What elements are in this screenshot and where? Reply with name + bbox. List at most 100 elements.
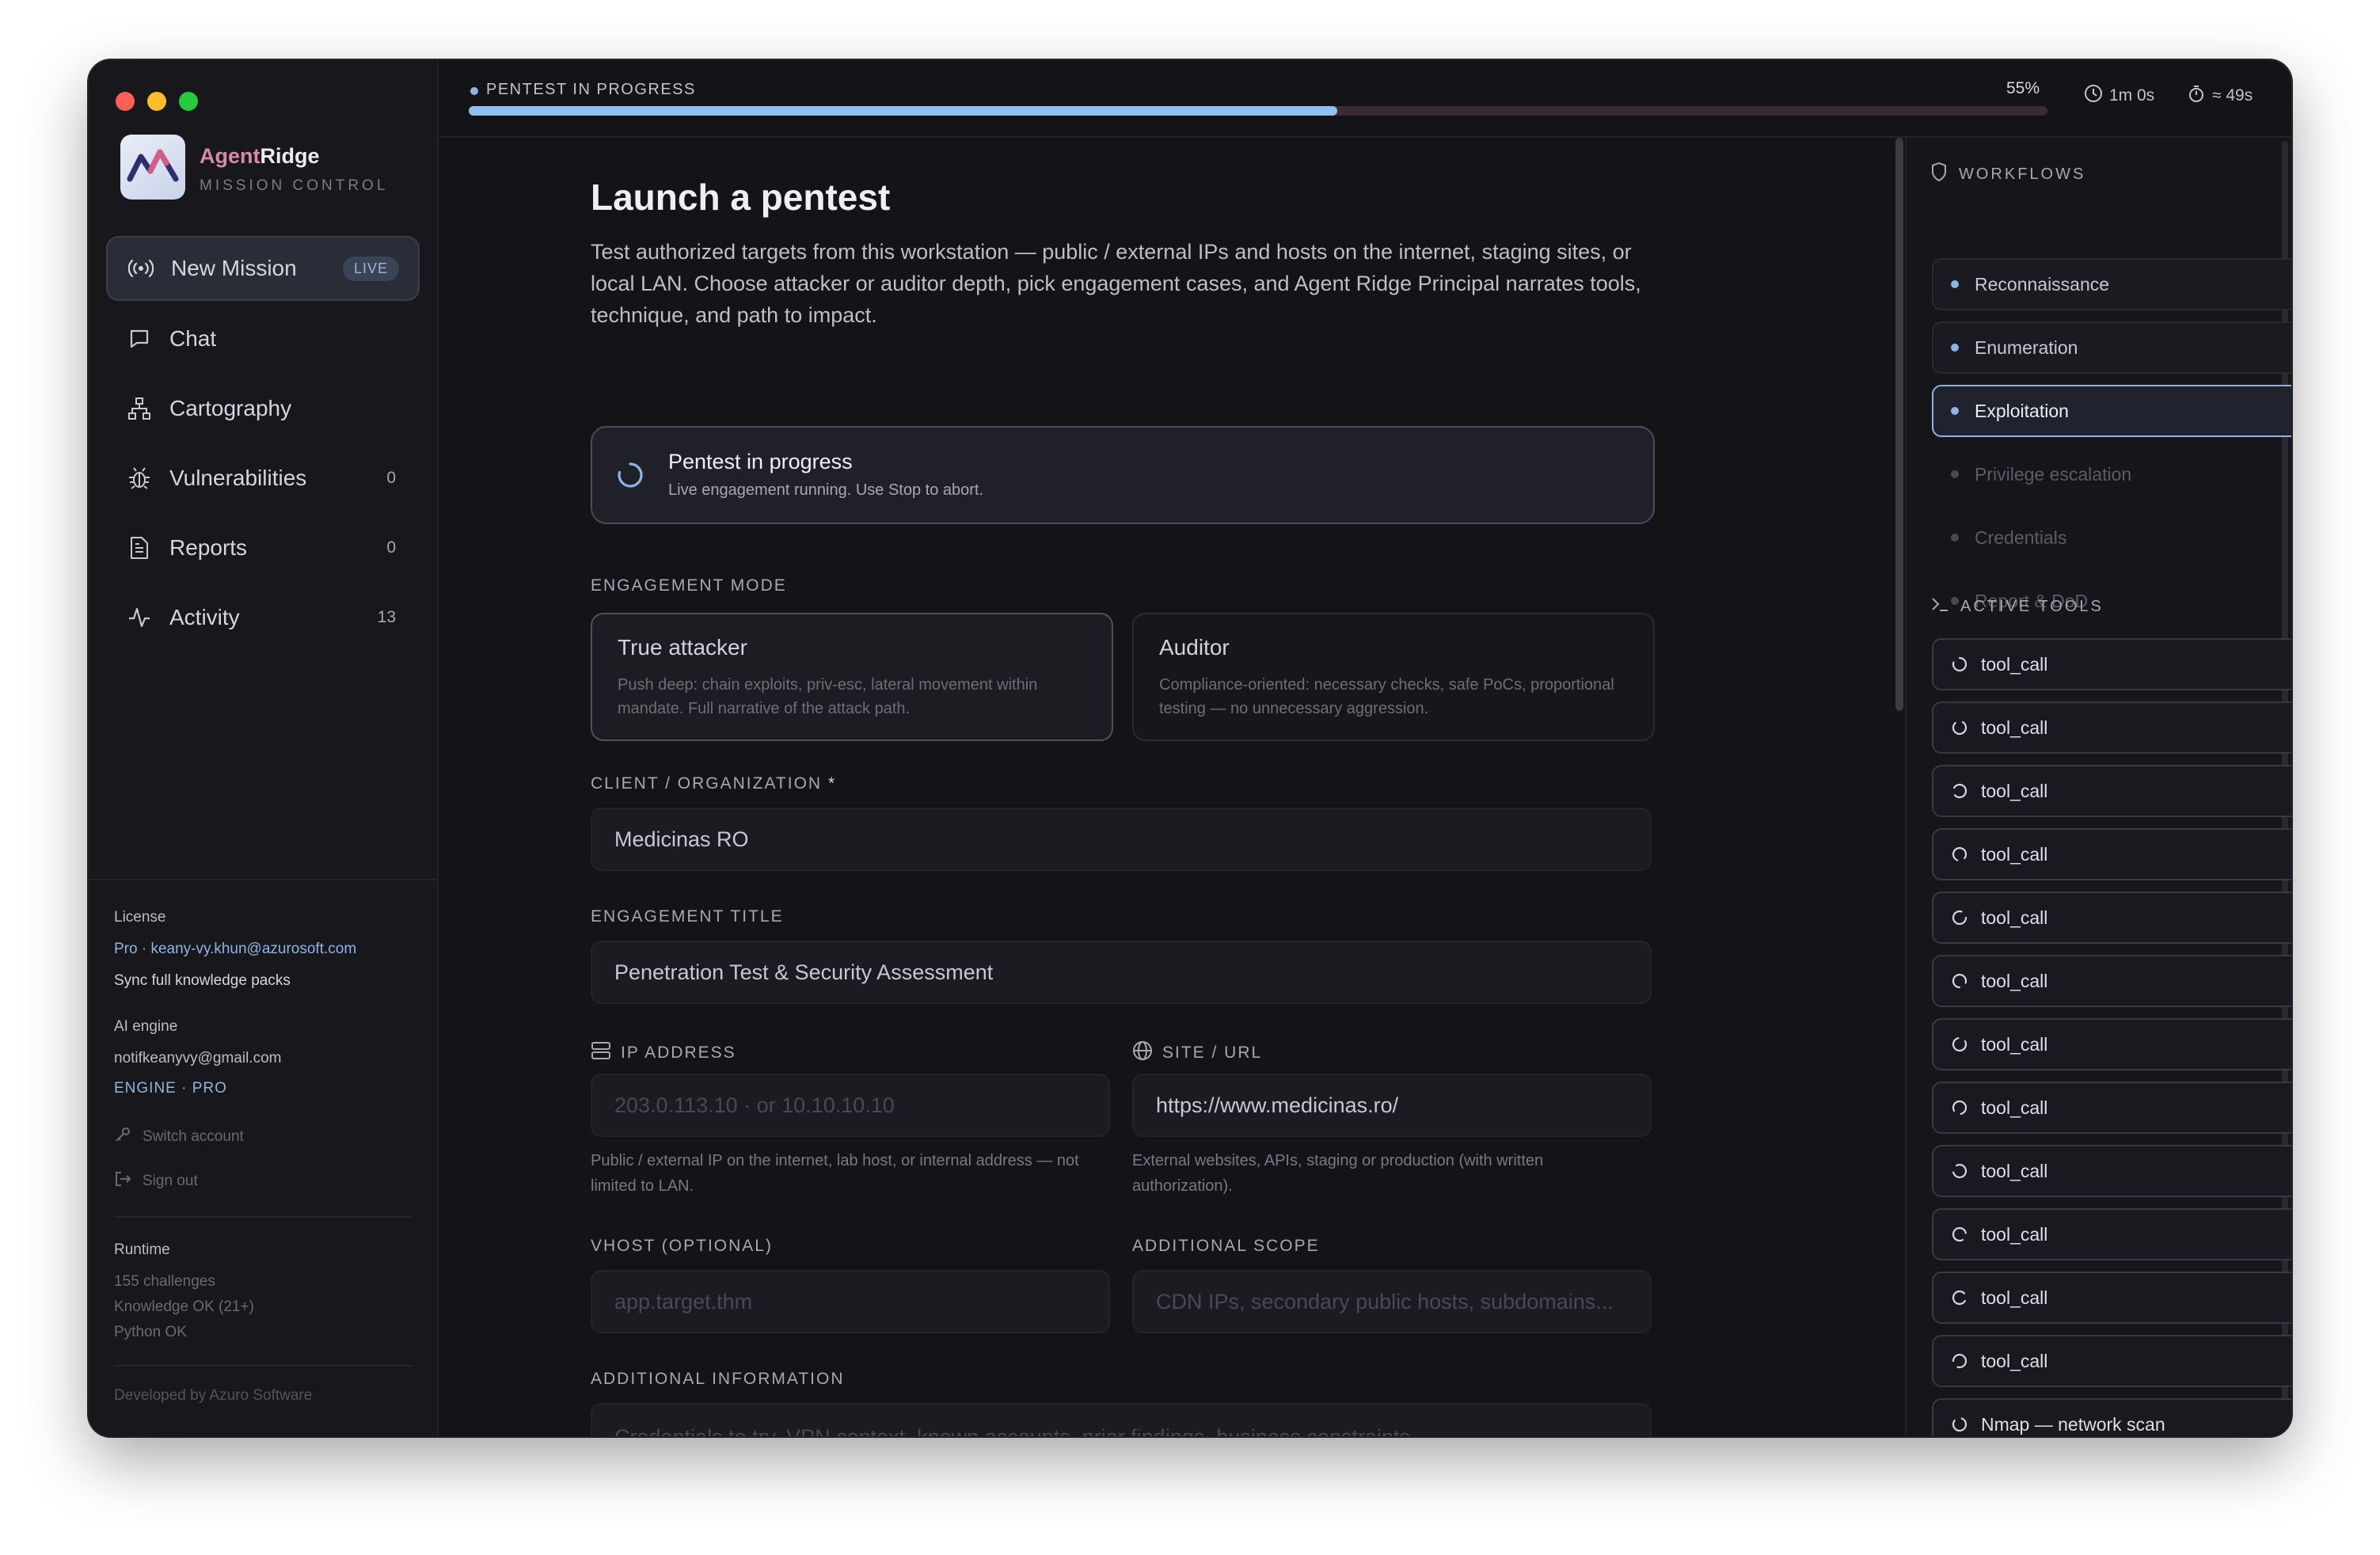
nav-label: Cartography	[169, 396, 292, 420]
status-dot	[470, 87, 478, 95]
spinner-icon	[1951, 846, 1968, 863]
additional-scope-input[interactable]: CDN IPs, secondary public hosts, subdoma…	[1132, 1270, 1652, 1333]
tool-label: tool_call	[1981, 970, 2048, 991]
mode-title: Auditor	[1159, 635, 1230, 660]
spinner-icon	[616, 461, 644, 493]
spinner-icon	[1951, 1226, 1968, 1243]
workflow-privilege-escalation[interactable]: Privilege escalation	[1932, 448, 2291, 500]
minimize-window-button[interactable]	[147, 92, 166, 111]
tool-label: tool_call	[1981, 1033, 2048, 1055]
additional-info-label: ADDITIONAL INFORMATION	[591, 1370, 845, 1388]
client-label: CLIENT / ORGANIZATION *	[591, 774, 837, 793]
active-tool-item[interactable]: tool_call	[1932, 765, 2291, 817]
bug-icon	[125, 466, 154, 490]
client-input[interactable]: Medicinas RO	[591, 808, 1652, 871]
reports-count: 0	[386, 538, 396, 557]
engagement-title-input[interactable]: Penetration Test & Security Assessment	[591, 941, 1652, 1004]
workflow-exploitation[interactable]: Exploitation	[1932, 385, 2291, 437]
active-tool-item[interactable]: tool_call	[1932, 892, 2291, 944]
site-url-label: SITE / URL	[1132, 1040, 1262, 1066]
sign-out-label: Sign out	[143, 1173, 198, 1189]
page-description: Test authorized targets from this workst…	[591, 240, 1641, 327]
main-scrollbar[interactable]	[1895, 138, 1903, 711]
shield-icon	[1930, 162, 1948, 187]
site-url-hint: External websites, APIs, staging or prod…	[1132, 1152, 1544, 1195]
workflow-credentials[interactable]: Credentials	[1932, 511, 2291, 564]
active-tool-item[interactable]: tool_call	[1932, 955, 2291, 1007]
step-dot	[1951, 534, 1959, 542]
stopwatch-icon	[2187, 84, 2206, 108]
active-tool-item[interactable]: tool_call	[1932, 1018, 2291, 1070]
active-tool-item[interactable]: Nmap — network scan	[1932, 1398, 2291, 1436]
nav-chat[interactable]: Chat	[106, 307, 416, 371]
spinner-icon	[1951, 972, 1968, 990]
switch-account-button[interactable]: Switch account	[114, 1126, 244, 1148]
close-window-button[interactable]	[116, 92, 135, 111]
elapsed-time: 1m 0s	[2084, 84, 2154, 108]
workflows-header: WORKFLOWS	[1930, 162, 2085, 187]
engagement-mode-label: ENGAGEMENT MODE	[591, 576, 787, 595]
nav-reports[interactable]: Reports 0	[106, 516, 416, 580]
activity-icon	[125, 606, 154, 629]
active-tool-item[interactable]: tool_call	[1932, 1272, 2291, 1324]
sync-knowledge-link[interactable]: Sync full knowledge packs	[114, 972, 291, 990]
site-url-input[interactable]: https://www.medicinas.ro/	[1132, 1074, 1652, 1137]
nav-cartography[interactable]: Cartography	[106, 377, 416, 440]
clock-icon	[2084, 84, 2103, 108]
runtime-challenges: 155 challenges	[114, 1273, 215, 1290]
step-dot	[1951, 407, 1959, 415]
brand-name: AgentRidge	[200, 144, 320, 168]
zoom-window-button[interactable]	[179, 92, 198, 111]
additional-info-textarea[interactable]: Credentials to try, VPN context, known a…	[591, 1403, 1652, 1436]
engagement-title-label: ENGAGEMENT TITLE	[591, 907, 784, 926]
tool-label: Nmap — network scan	[1981, 1413, 2165, 1435]
step-dot	[1951, 470, 1959, 478]
spinner-icon	[1951, 1036, 1968, 1053]
active-tool-item[interactable]: tool_call	[1932, 701, 2291, 754]
status-card-subtitle: Live engagement running. Use Stop to abo…	[668, 481, 984, 499]
tool-label: tool_call	[1981, 717, 2048, 738]
active-tool-item[interactable]: tool_call	[1932, 1335, 2291, 1387]
active-tool-item[interactable]: tool_call	[1932, 1082, 2291, 1134]
nav-vulnerabilities[interactable]: Vulnerabilities 0	[106, 447, 416, 510]
nav-new-mission[interactable]: New Mission LIVE	[106, 236, 420, 301]
network-icon	[125, 397, 154, 420]
active-tool-item[interactable]: tool_call	[1932, 1208, 2291, 1260]
workflow-label: Reconnaissance	[1975, 273, 2110, 295]
tool-label: tool_call	[1981, 780, 2048, 801]
spinner-icon	[1951, 1352, 1968, 1370]
status-label: PENTEST IN PROGRESS	[486, 81, 696, 98]
mode-description: Compliance-oriented: necessary checks, s…	[1159, 676, 1614, 717]
pentest-status-card: Pentest in progress Live engagement runn…	[591, 426, 1655, 524]
mode-true-attacker[interactable]: True attacker Push deep: chain exploits,…	[591, 613, 1113, 741]
mode-auditor[interactable]: Auditor Compliance-oriented: necessary c…	[1132, 613, 1655, 741]
active-tool-item[interactable]: tool_call	[1932, 828, 2291, 880]
status-card-title: Pentest in progress	[668, 450, 853, 473]
vulnerabilities-count: 0	[386, 469, 396, 487]
divider	[114, 1216, 412, 1218]
sidebar: AgentRidge MISSION CONTROL New Mission L…	[89, 60, 439, 1436]
progress-fill	[469, 106, 1337, 116]
remaining-value: ≈ 49s	[2212, 86, 2253, 105]
globe-icon	[1132, 1040, 1153, 1066]
active-tool-item[interactable]: tool_call	[1932, 638, 2291, 690]
progress-percent: 55%	[2006, 79, 2040, 97]
sign-out-button[interactable]: Sign out	[114, 1170, 198, 1192]
key-icon	[114, 1126, 131, 1148]
workflow-reconnaissance[interactable]: Reconnaissance	[1932, 258, 2291, 310]
document-icon	[125, 536, 154, 560]
activity-count: 13	[377, 608, 396, 626]
workflow-panel: WORKFLOWS Reconnaissance Enumeration Exp…	[1905, 138, 2291, 1436]
license-label: License	[114, 909, 166, 926]
vhost-input[interactable]: app.target.thm	[591, 1270, 1110, 1333]
elapsed-value: 1m 0s	[2109, 86, 2155, 105]
license-value: Pro · keany-vy.khun@azurosoft.com	[114, 941, 357, 957]
active-tool-item[interactable]: tool_call	[1932, 1145, 2291, 1197]
divider	[114, 1365, 412, 1367]
ip-address-label: IP ADDRESS	[591, 1040, 736, 1066]
workflow-enumeration[interactable]: Enumeration	[1932, 321, 2291, 374]
nav-activity[interactable]: Activity 13	[106, 586, 416, 649]
workflow-label: Enumeration	[1975, 336, 2078, 358]
tool-label: tool_call	[1981, 1160, 2048, 1181]
ip-address-input[interactable]: 203.0.113.10 · or 10.10.10.10	[591, 1074, 1110, 1137]
